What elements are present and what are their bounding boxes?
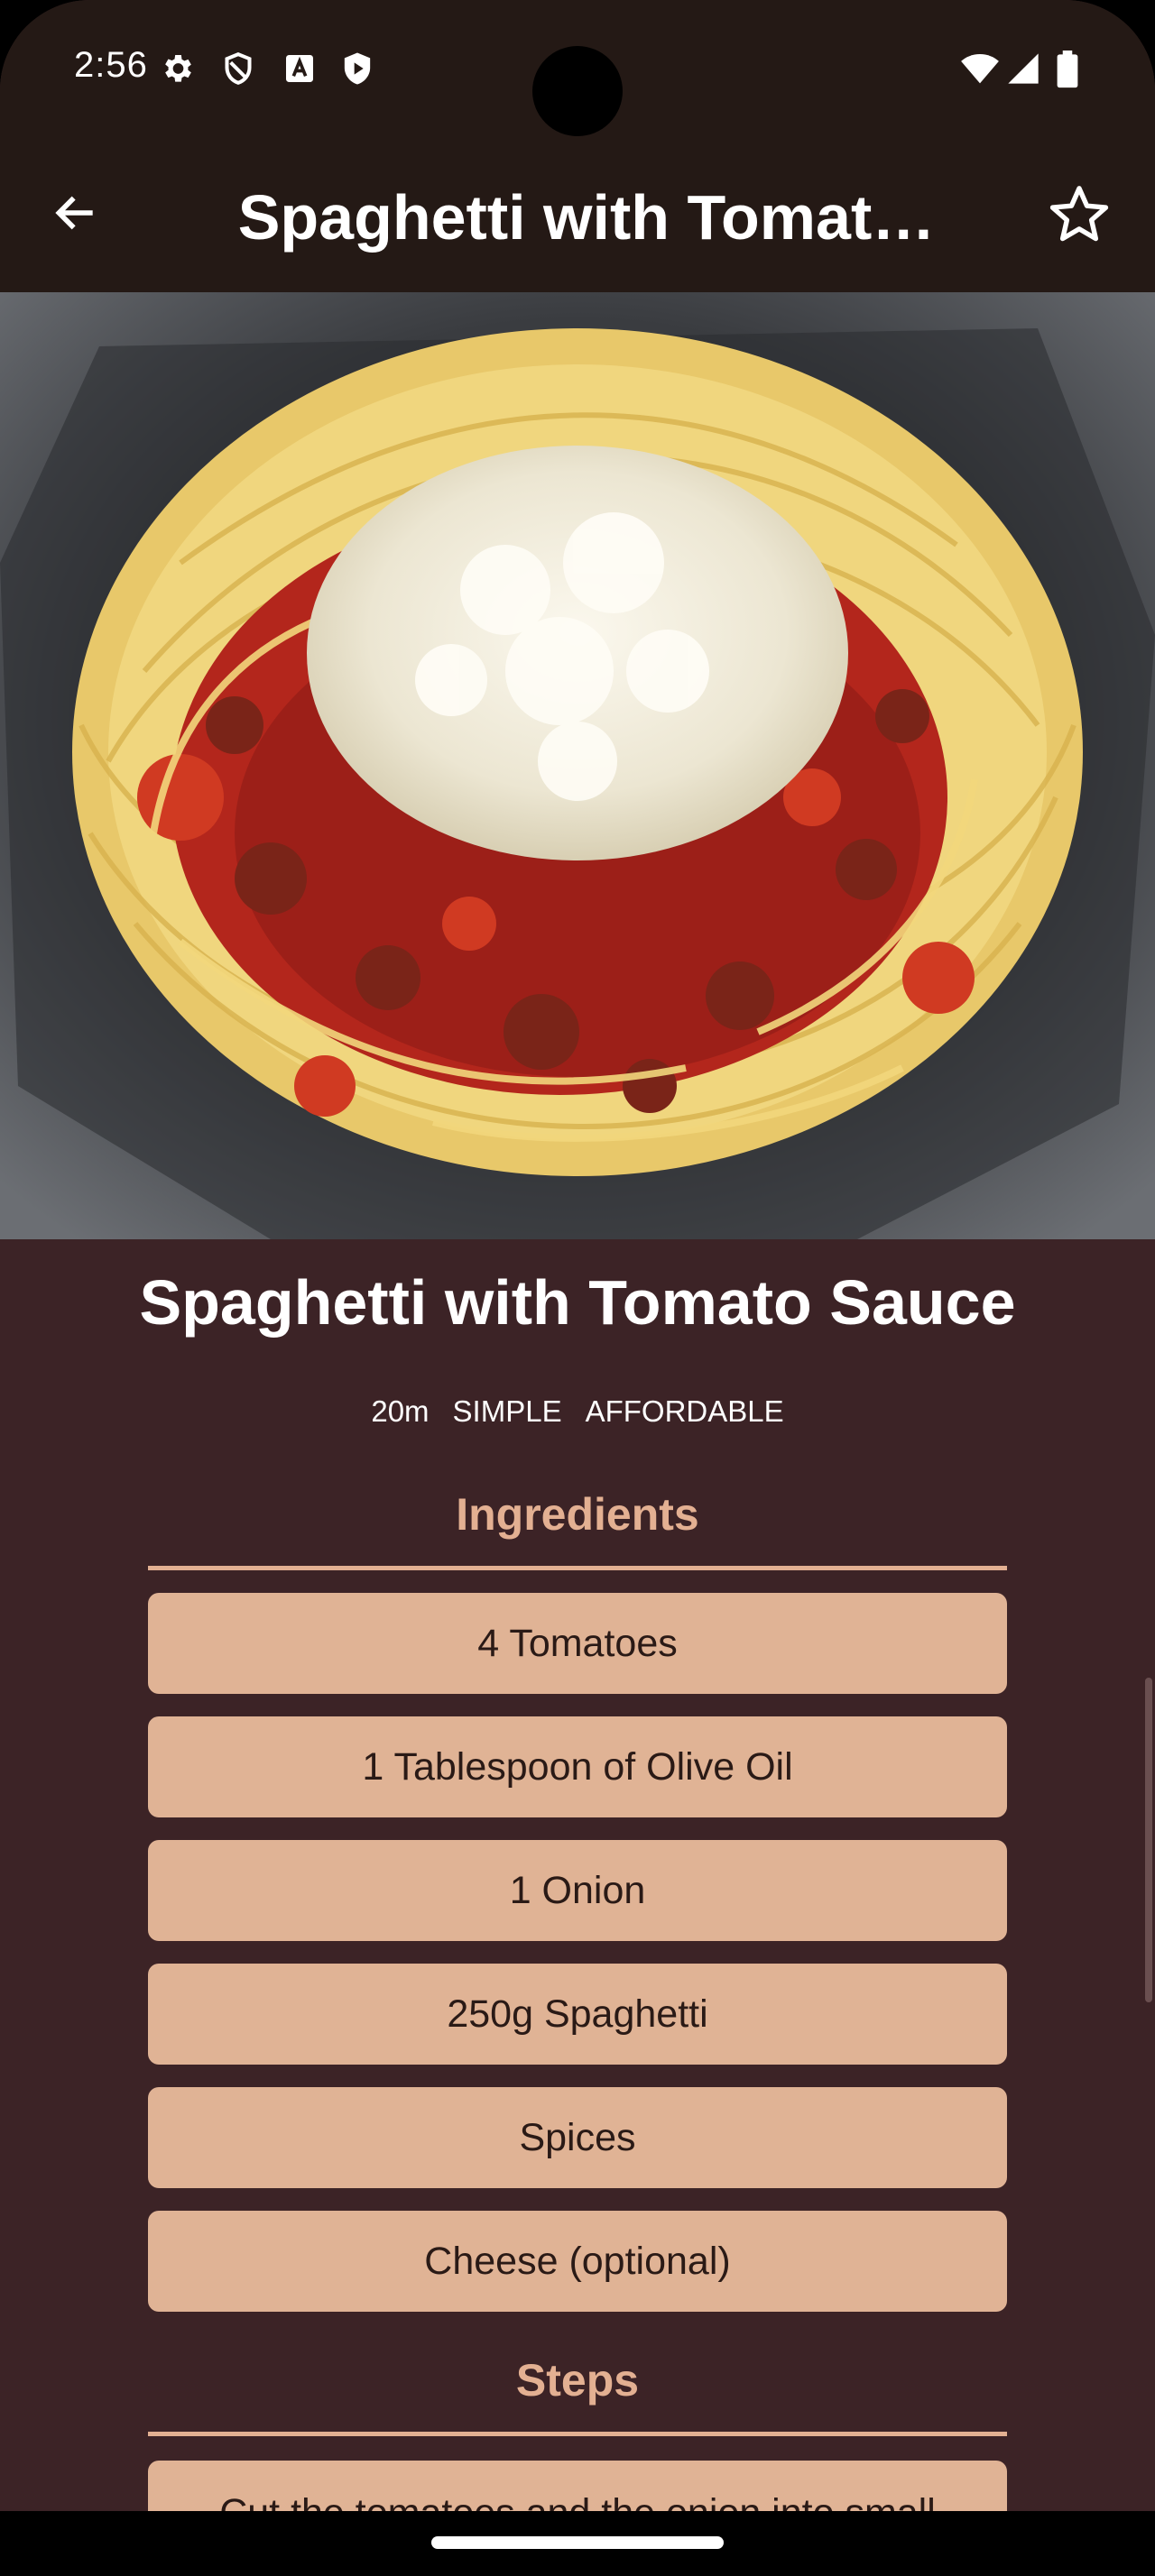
settings-icon: [159, 51, 195, 87]
app-bar: Spaghetti with Tomat…: [0, 144, 1155, 292]
ingredient-item: 250g Spaghetti: [148, 1964, 1007, 2065]
ingredients-divider: [148, 1566, 1007, 1570]
ingredients-heading: Ingredients: [456, 1489, 699, 1540]
phone-screen: 2:56 Spaghetti with Tomat… Spaghetti wit…: [0, 0, 1155, 2576]
navigation-bar: [0, 2511, 1155, 2576]
home-gesture-handle[interactable]: [431, 2536, 724, 2549]
affordability-label: AFFORDABLE: [585, 1394, 784, 1428]
recipe-image: [0, 292, 1155, 1239]
duration-label: 20m: [371, 1394, 430, 1428]
status-bar: 2:56: [0, 0, 1155, 144]
steps-divider: [148, 2432, 1007, 2436]
ingredient-item: Spices: [148, 2087, 1007, 2188]
a-letter-icon: [282, 51, 318, 87]
star-outline-icon: [1045, 180, 1113, 253]
play-shield-icon: [339, 51, 375, 87]
battery-icon: [1056, 51, 1083, 88]
recipe-title: Spaghetti with Tomato Sauce: [139, 1267, 1016, 1338]
ingredient-item: Cheese (optional): [148, 2211, 1007, 2312]
status-time: 2:56: [74, 45, 148, 85]
shield-icon: [220, 51, 256, 87]
ingredient-item: 1 Tablespoon of Olive Oil: [148, 1716, 1007, 1817]
favorite-button[interactable]: [1041, 179, 1117, 254]
ingredient-item: 4 Tomatoes: [148, 1593, 1007, 1694]
steps-heading: Steps: [515, 2355, 640, 2406]
recipe-meta: 20m SIMPLE AFFORDABLE: [0, 1394, 1155, 1429]
scrollbar[interactable]: [1145, 1678, 1152, 2002]
app-bar-title: Spaghetti with Tomat…: [237, 182, 936, 253]
wifi-icon: [960, 51, 1000, 87]
step-item: Cut the tomatoes and the onion into smal…: [148, 2461, 1007, 2511]
back-button[interactable]: [43, 182, 108, 247]
front-camera: [532, 46, 623, 136]
ingredient-item: 1 Onion: [148, 1840, 1007, 1941]
arrow-left-icon: [51, 188, 101, 243]
complexity-label: SIMPLE: [452, 1394, 562, 1428]
signal-icon: [1005, 51, 1041, 87]
recipe-details: Spaghetti with Tomato Sauce 20m SIMPLE A…: [0, 1239, 1155, 2511]
